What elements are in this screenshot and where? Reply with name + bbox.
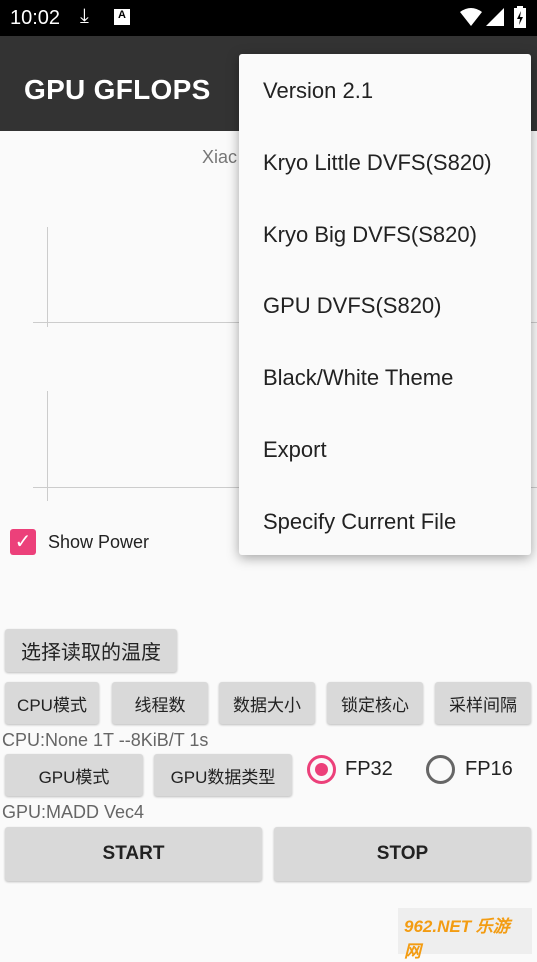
cpu-mode-button[interactable]: CPU模式 <box>5 682 99 724</box>
overflow-menu: Version 2.1 Kryo Little DVFS(S820) Kryo … <box>239 54 531 555</box>
watermark-logo: 962.NET 乐游网 <box>398 908 532 961</box>
cpu-info: CPU:None 1T --8KiB/T 1s <box>2 730 209 750</box>
select-temperature-button[interactable]: 选择读取的温度 <box>5 629 177 672</box>
wifi-icon <box>460 8 482 26</box>
menu-item-kryo-little-dvfs[interactable]: Kryo Little DVFS(S820) <box>263 150 492 176</box>
a-notification-icon: A <box>114 9 130 25</box>
download-icon: ⤓ <box>80 5 89 27</box>
clock: 10:02 <box>10 7 61 29</box>
menu-item-kryo-big-dvfs[interactable]: Kryo Big DVFS(S820) <box>263 222 477 248</box>
battery-charging-icon <box>514 6 526 28</box>
menu-item-specify-file[interactable]: Specify Current File <box>263 509 456 535</box>
menu-item-export[interactable]: Export <box>263 437 327 463</box>
stop-button[interactable]: STOP <box>274 827 531 881</box>
chart-y-axis <box>47 227 48 327</box>
data-size-button[interactable]: 数据大小 <box>219 682 315 724</box>
fp32-label: FP32 <box>345 758 393 780</box>
show-power-label: Show Power <box>48 532 150 552</box>
show-power-checkbox[interactable]: ✓ <box>10 529 36 555</box>
menu-item-gpu-dvfs[interactable]: GPU DVFS(S820) <box>263 293 442 319</box>
threads-button[interactable]: 线程数 <box>112 682 208 724</box>
status-bar: 10:02 ⤓ A <box>0 0 537 36</box>
gpu-info: GPU:MADD Vec4 <box>2 802 145 822</box>
fp16-label: FP16 <box>465 758 513 780</box>
lock-core-button[interactable]: 锁定核心 <box>327 682 423 724</box>
device-label: Xiac <box>202 147 238 167</box>
fp16-radio[interactable] <box>426 755 455 784</box>
menu-item-theme[interactable]: Black/White Theme <box>263 365 453 391</box>
fp32-radio[interactable] <box>307 755 336 784</box>
start-button[interactable]: START <box>5 827 262 881</box>
signal-icon <box>486 8 504 26</box>
app-title: GPU GFLOPS <box>24 74 211 105</box>
sample-interval-button[interactable]: 采样间隔 <box>435 682 531 724</box>
gpu-mode-button[interactable]: GPU模式 <box>5 754 143 796</box>
menu-item-version[interactable]: Version 2.1 <box>263 78 373 104</box>
gpu-data-type-button[interactable]: GPU数据类型 <box>154 754 292 796</box>
chart-y-axis <box>47 391 48 501</box>
